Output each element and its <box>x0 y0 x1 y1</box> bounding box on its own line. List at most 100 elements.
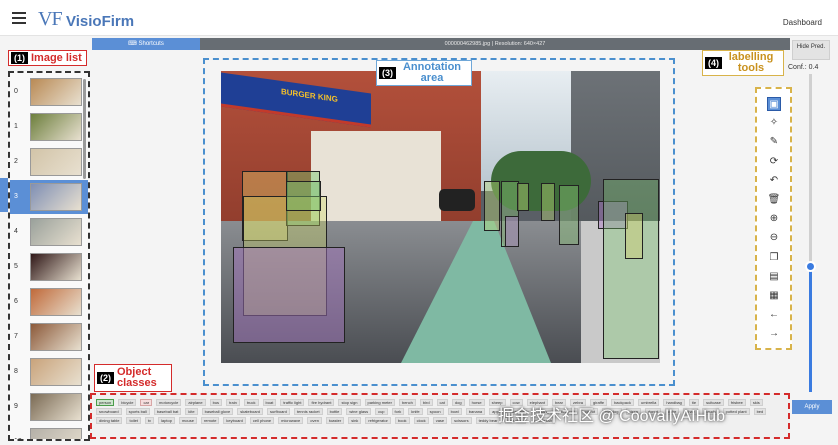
hide-predictions-button[interactable]: Hide Pred. <box>792 40 830 60</box>
class-chip[interactable]: fire hydrant <box>308 399 335 406</box>
image-list-item[interactable]: 9 <box>10 390 88 424</box>
bbox-bicycle[interactable] <box>233 247 345 343</box>
class-chip[interactable]: stop sign <box>338 399 361 406</box>
class-chip[interactable]: motorcycle <box>156 399 182 406</box>
magic-wand-icon[interactable]: ✧ <box>767 116 781 130</box>
bbox-bicycle[interactable] <box>505 216 519 247</box>
image-list-item[interactable]: 5 <box>10 250 88 284</box>
bbox-person[interactable] <box>517 183 529 211</box>
annotation-canvas[interactable]: BURGER KING <box>221 71 660 363</box>
image-list-item[interactable]: 8 <box>10 355 88 389</box>
class-chip[interactable]: cat <box>436 399 448 406</box>
class-chip[interactable]: frisbee <box>727 399 746 406</box>
class-chip[interactable]: oven <box>307 417 322 424</box>
bbox-person[interactable] <box>286 181 321 211</box>
class-chip[interactable]: airplane <box>185 399 206 406</box>
image-thumbnail[interactable] <box>30 323 82 351</box>
class-chip[interactable]: refrigerator <box>365 417 391 424</box>
class-chip[interactable]: skis <box>749 399 763 406</box>
class-chip[interactable]: horse <box>468 399 485 406</box>
image-thumbnail[interactable] <box>30 393 82 421</box>
class-chip[interactable]: toilet <box>126 417 141 424</box>
image-thumbnail[interactable] <box>30 288 82 316</box>
class-chip[interactable]: bench <box>398 399 416 406</box>
class-chip[interactable]: baseball bat <box>153 408 182 415</box>
class-chip[interactable]: bicycle <box>118 399 137 406</box>
image-thumbnail[interactable] <box>30 183 82 211</box>
copy-icon[interactable]: ❐ <box>767 251 781 265</box>
class-chip[interactable]: microwave <box>278 417 304 424</box>
class-chip[interactable]: car <box>140 399 153 406</box>
class-chip[interactable]: cup <box>375 408 388 415</box>
dashboard-link[interactable]: Dashboard <box>783 18 822 27</box>
class-chip[interactable]: dining table <box>96 417 123 424</box>
paint-bucket-icon[interactable]: ✎ <box>767 135 781 149</box>
image-thumbnail[interactable] <box>30 358 82 386</box>
class-chip[interactable]: snowboard <box>96 408 122 415</box>
image-thumbnail[interactable] <box>30 428 82 439</box>
class-chip[interactable]: sports ball <box>125 408 150 415</box>
class-chip[interactable]: scissors <box>451 417 472 424</box>
class-chip[interactable]: fork <box>391 408 405 415</box>
class-chip[interactable]: bus <box>209 399 223 406</box>
class-chip[interactable]: laptop <box>158 417 175 424</box>
image-list-item[interactable]: 6 <box>10 285 88 319</box>
shortcuts-button[interactable]: ⌨ Shortcuts <box>92 38 200 50</box>
class-chip[interactable]: bowl <box>447 408 462 415</box>
class-chip[interactable]: bottle <box>326 408 343 415</box>
auto-detect-icon[interactable]: ⟳ <box>767 155 781 169</box>
class-chip[interactable]: tv <box>144 417 155 424</box>
image-list-item[interactable]: 2 <box>10 145 88 179</box>
class-chip[interactable]: skateboard <box>237 408 263 415</box>
class-chip[interactable]: potted plant <box>722 408 750 415</box>
class-chip[interactable]: cell phone <box>249 417 275 424</box>
image-thumbnail[interactable] <box>30 148 82 176</box>
class-chip[interactable]: bird <box>419 399 433 406</box>
class-chip[interactable]: toaster <box>325 417 345 424</box>
image-list-item[interactable]: 1 <box>10 110 88 144</box>
image-list-item[interactable]: 0 <box>10 75 88 109</box>
class-chip[interactable]: parking meter <box>364 399 395 406</box>
class-chip[interactable]: banana <box>465 408 486 415</box>
class-chip[interactable]: tennis racket <box>293 408 323 415</box>
class-chip[interactable]: person <box>96 399 115 406</box>
class-chip[interactable]: vase <box>432 417 448 424</box>
class-chip[interactable]: baseball glove <box>201 408 234 415</box>
prev-arrow-icon[interactable]: ← <box>767 308 781 322</box>
class-chip[interactable]: traffic light <box>280 399 305 406</box>
class-chip[interactable]: knife <box>408 408 423 415</box>
class-chip[interactable]: surfboard <box>267 408 290 415</box>
undo-icon[interactable]: ↶ <box>767 174 781 188</box>
confidence-slider-handle[interactable] <box>805 261 816 272</box>
delete-icon[interactable]: 🗑 <box>767 193 781 207</box>
class-chip[interactable]: boat <box>262 399 277 406</box>
class-chip[interactable]: train <box>226 399 240 406</box>
image-thumbnail[interactable] <box>30 78 82 106</box>
class-chip[interactable]: mouse <box>178 417 197 424</box>
image-list-item[interactable]: 4 <box>10 215 88 249</box>
class-chip[interactable]: teddy bear <box>475 417 501 424</box>
class-chip[interactable]: clock <box>413 417 429 424</box>
image-list-item[interactable]: 10 <box>10 425 88 439</box>
class-chip[interactable]: dog <box>451 399 465 406</box>
hamburger-menu-icon[interactable] <box>12 12 26 24</box>
class-chip[interactable]: bed <box>753 408 767 415</box>
image-list-item[interactable]: 3 <box>10 180 88 214</box>
class-chip[interactable]: kite <box>185 408 198 415</box>
class-chip[interactable]: book <box>394 417 410 424</box>
class-chip[interactable]: spoon <box>426 408 444 415</box>
next-arrow-icon[interactable]: → <box>767 327 781 341</box>
grid-icon[interactable]: ▦ <box>767 289 781 303</box>
class-chip[interactable]: wine glass <box>346 408 372 415</box>
image-thumbnail[interactable] <box>30 113 82 141</box>
image-thumbnail[interactable] <box>30 218 82 246</box>
bbox-person[interactable] <box>484 181 500 231</box>
class-chip[interactable]: keyboard <box>223 417 246 424</box>
image-thumbnail[interactable] <box>30 253 82 281</box>
bbox-tool-icon[interactable]: ▣ <box>767 97 781 111</box>
zoom-out-icon[interactable]: ⊖ <box>767 231 781 245</box>
class-chip[interactable]: truck <box>243 399 259 406</box>
class-chip[interactable]: remote <box>200 417 220 424</box>
bbox-person[interactable] <box>625 213 643 259</box>
image-list-scrollbar[interactable] <box>83 79 86 179</box>
